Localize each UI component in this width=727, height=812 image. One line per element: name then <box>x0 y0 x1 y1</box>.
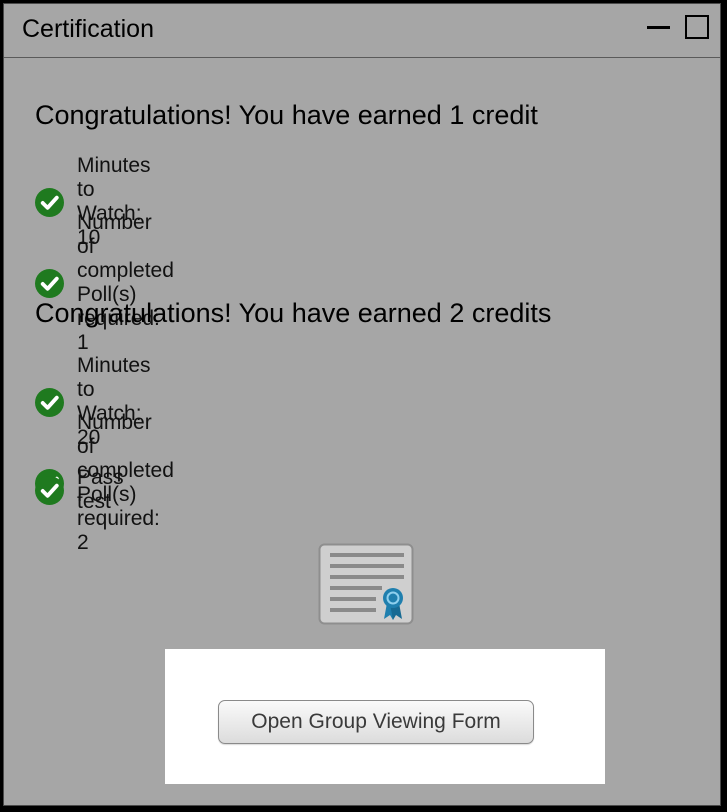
requirement-label: Number of completed Poll(s) required: 1 <box>77 211 174 354</box>
title-bar: Certification <box>4 4 720 58</box>
minimize-icon[interactable] <box>647 26 670 29</box>
window-title: Certification <box>22 15 154 43</box>
check-circle-icon <box>35 268 64 298</box>
credit-section-1: Congratulations! You have earned 1 credi… <box>35 100 538 131</box>
certification-content: Congratulations! You have earned 1 credi… <box>4 58 720 805</box>
credit-section-2: Congratulations! You have earned 2 credi… <box>35 298 551 329</box>
maximize-icon[interactable] <box>685 15 709 39</box>
section-heading: Congratulations! You have earned 2 credi… <box>35 298 552 328</box>
group-viewing-form-panel: Open Group Viewing Form <box>165 649 605 784</box>
requirement-row: Number of completed Poll(s) required: 1 <box>35 211 174 355</box>
requirement-label: Pass test <box>77 466 124 513</box>
certificate-icon <box>318 543 414 625</box>
section-heading: Congratulations! You have earned 1 credi… <box>35 100 538 130</box>
check-circle-icon <box>35 475 64 505</box>
open-group-viewing-form-button[interactable]: Open Group Viewing Form <box>218 700 534 744</box>
requirement-row: Pass test <box>35 466 124 514</box>
certification-window: Certification Congratulations! You have … <box>3 3 721 806</box>
